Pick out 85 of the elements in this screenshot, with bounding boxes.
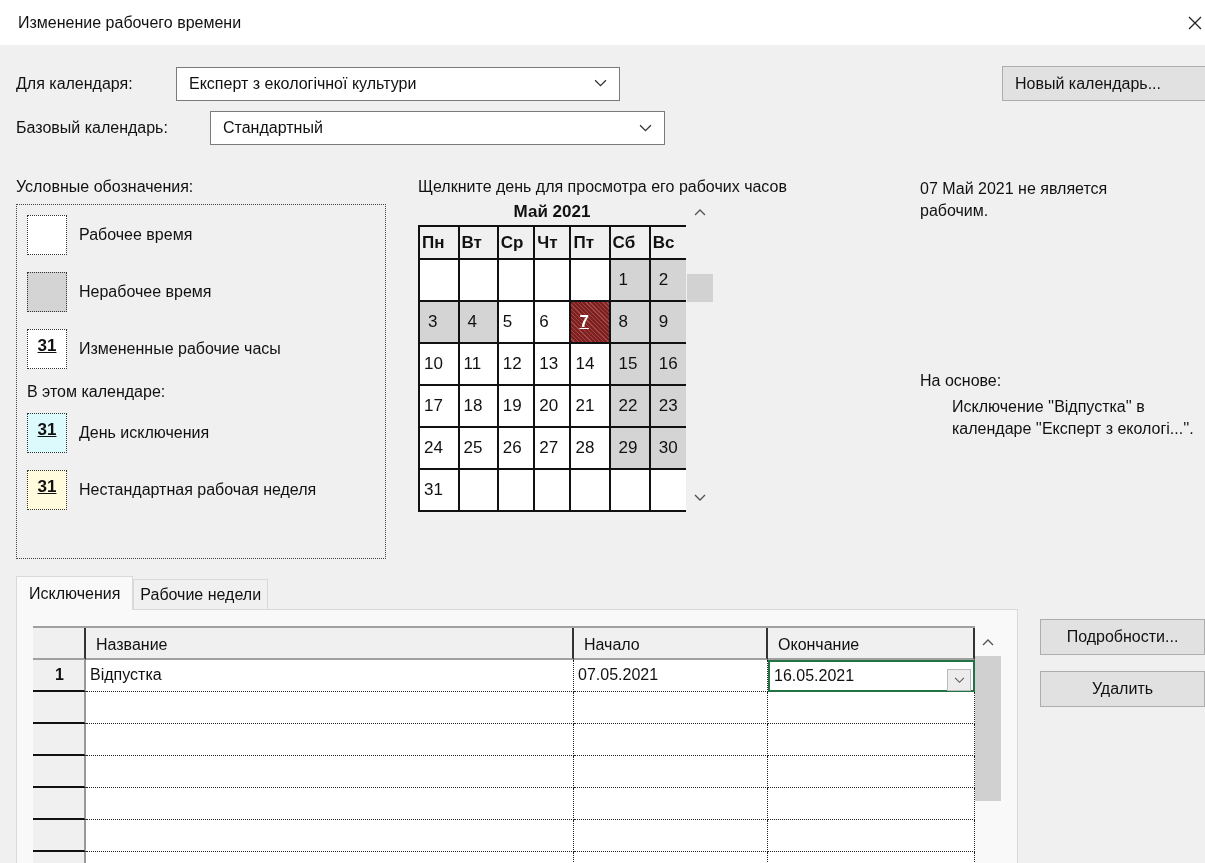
tab[interactable]: Рабочие недели [133, 579, 269, 609]
calendar-day[interactable]: 24 [419, 427, 459, 469]
based-on-label: На основе: [920, 372, 1003, 390]
chevron-down-icon [594, 79, 607, 88]
calendar-day[interactable]: 1 [609, 259, 650, 301]
calendar-day[interactable]: 29 [609, 427, 650, 469]
chevron-down-icon [953, 676, 965, 684]
row-header [33, 756, 86, 788]
legend-label: Измененные рабочие часы [79, 340, 281, 358]
column-header[interactable]: Начало [574, 628, 768, 660]
close-icon[interactable] [1187, 14, 1203, 31]
calendar-day[interactable]: 20 [534, 385, 571, 427]
row-header [33, 724, 86, 756]
chevron-down-icon [639, 123, 652, 133]
calendar-day[interactable]: 6 [534, 301, 571, 343]
scrollbar-thumb[interactable] [687, 274, 713, 302]
field-label: Для календаря: [16, 74, 134, 93]
calendar-day[interactable]: 2 [649, 259, 686, 301]
scroll-down-icon[interactable] [694, 494, 706, 502]
calendar-day[interactable]: 14 [570, 343, 610, 385]
calendar-day[interactable]: 7 [570, 301, 610, 343]
calendar-day[interactable]: 4 [458, 301, 498, 343]
scroll-up-icon[interactable] [694, 208, 706, 216]
dropdown-button[interactable] [947, 669, 971, 691]
calendar-day[interactable]: 22 [609, 385, 650, 427]
scrollbar-thumb[interactable] [975, 656, 1001, 801]
calendar-day[interactable]: 23 [649, 385, 686, 427]
month-title: Май 2021 [512, 201, 592, 223]
row-header [33, 788, 86, 820]
base-calendar-dropdown[interactable]: Стандартный [210, 111, 665, 145]
calendar-day[interactable]: 8 [609, 301, 650, 343]
calendar-instruction: Щелкните день для просмотра его рабочих часов [418, 178, 788, 196]
calendar-day[interactable]: 19 [497, 385, 535, 427]
legend-swatch: 31 [27, 329, 67, 369]
calendar-day[interactable]: 15 [609, 343, 650, 385]
calendar-day[interactable]: 25 [458, 427, 498, 469]
new-calendar-button[interactable]: Новый календарь... [1002, 66, 1205, 101]
weekday-header: Сб [609, 226, 650, 259]
legend-label: Нерабочее время [79, 283, 212, 301]
legend-swatch: 31 [27, 413, 67, 453]
calendar-day[interactable]: 21 [570, 385, 610, 427]
calendar-day[interactable]: 9 [649, 301, 686, 343]
legend-heading: В этом календаре: [27, 383, 167, 401]
legend-label: Рабочее время [79, 226, 193, 244]
calendar-day[interactable]: 18 [458, 385, 498, 427]
weekday-header: Пн [419, 226, 459, 259]
calendar-day[interactable]: 26 [497, 427, 535, 469]
calendar-day[interactable]: 3 [419, 301, 459, 343]
legend-swatch: 31 [27, 470, 67, 510]
based-on-text: Исключение ''Відпустка'' в календаре ''Експерт з екологі...''. [952, 397, 1195, 439]
legend-label: Нестандартная рабочая неделя [79, 481, 317, 499]
calendar-day[interactable]: 16 [649, 343, 686, 385]
table-cell[interactable]: 16.05.2021 [768, 660, 975, 692]
legend-title: Условные обозначения: [16, 178, 195, 196]
calendar-day[interactable]: 27 [534, 427, 571, 469]
tab[interactable]: Исключения [16, 576, 134, 610]
calendar-day[interactable]: 10 [419, 343, 459, 385]
row-header [33, 692, 86, 724]
legend-label: День исключения [79, 424, 210, 442]
column-header[interactable]: Название [86, 628, 574, 660]
weekday-header: Вс [649, 226, 686, 259]
calendar-day[interactable]: 11 [458, 343, 498, 385]
table-cell[interactable]: Відпустка [86, 660, 574, 692]
calendar-day[interactable]: 5 [497, 301, 535, 343]
calendar-day[interactable]: 28 [570, 427, 610, 469]
weekday-header: Пт [570, 226, 610, 259]
calendar-dropdown[interactable]: Експерт з екологічної культури [176, 66, 620, 101]
table-cell[interactable]: 07.05.2021 [574, 660, 768, 692]
row-number: 1 [33, 660, 86, 692]
weekday-header: Чт [534, 226, 571, 259]
calendar-day[interactable]: 17 [419, 385, 459, 427]
day-status-text: 07 Май 2021 не является рабочим. [920, 179, 1109, 221]
dialog-button[interactable]: Удалить [1040, 671, 1205, 707]
weekday-header: Вт [458, 226, 498, 259]
dialog-button[interactable]: Подробности... [1040, 619, 1205, 655]
weekday-header: Ср [497, 226, 535, 259]
field-label: Базовый календарь: [16, 119, 169, 137]
window-title: Изменение рабочего времени [18, 13, 242, 32]
column-header[interactable]: Окончание [768, 628, 975, 660]
calendar-day[interactable]: 13 [534, 343, 571, 385]
header-corner [33, 628, 86, 660]
scroll-up-icon[interactable] [982, 638, 994, 646]
calendar-day[interactable]: 31 [419, 469, 459, 511]
calendar-day[interactable]: 30 [649, 427, 686, 469]
calendar-day[interactable]: 12 [497, 343, 535, 385]
